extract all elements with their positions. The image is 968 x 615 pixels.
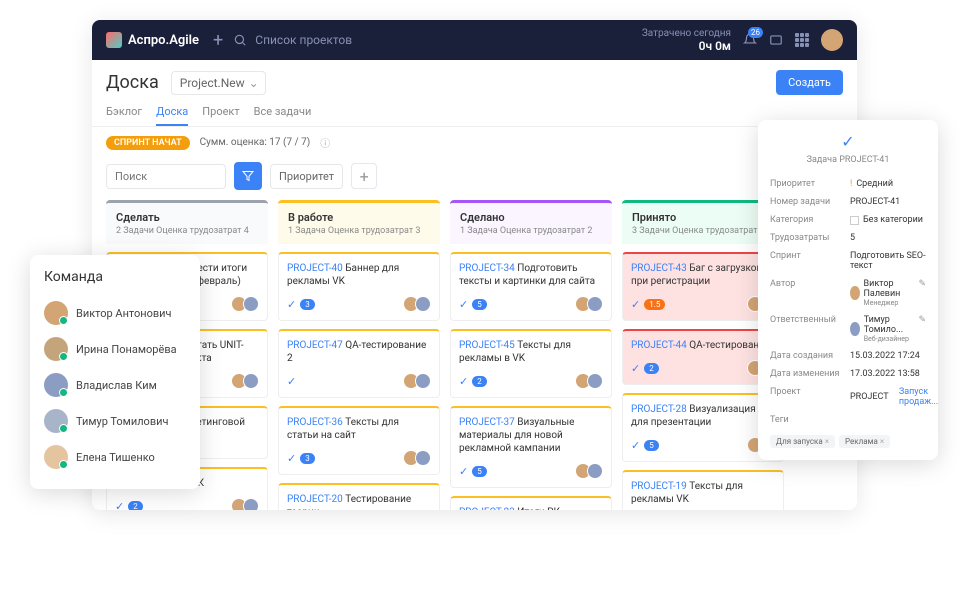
- logo-icon: [106, 32, 122, 48]
- team-member[interactable]: Елена Тишенко: [44, 439, 186, 475]
- bell-icon[interactable]: 26: [743, 33, 757, 47]
- task-card[interactable]: PROJECT-37 Визуальные материалы для ново…: [450, 406, 612, 488]
- column-header: Сделано1 Задача Оценка трудозатрат 2: [450, 200, 612, 244]
- tab-all-tasks[interactable]: Все задачи: [254, 99, 312, 126]
- task-detail-panel: ✓ Задача PROJECT-41 Приоритет!Средний Но…: [758, 120, 938, 460]
- topbar: Аспро.Agile + Список проектов Затрачено …: [92, 20, 857, 60]
- task-card[interactable]: PROJECT-40 Баннер для рекламы VK✓3: [278, 252, 440, 321]
- task-card[interactable]: PROJECT-19 Тексты для рекламы VK✓5: [622, 470, 784, 510]
- tab-board[interactable]: Доска: [156, 99, 188, 126]
- add-column-button[interactable]: +: [351, 163, 377, 189]
- column: Сделано1 Задача Оценка трудозатрат 2 PROJ…: [450, 200, 612, 510]
- sprint-badge: СПРИНТ НАЧАТ: [106, 136, 190, 150]
- chat-icon[interactable]: [769, 33, 783, 47]
- project-link[interactable]: Запуск продаж...: [899, 387, 938, 407]
- team-member[interactable]: Тимур Томилович: [44, 403, 186, 439]
- filter-button[interactable]: [234, 162, 262, 190]
- sprint-row: СПРИНТ НАЧАТ Сумм. оценка: 17 (7 / 7) ⓘ: [92, 127, 857, 158]
- sprint-estimate: Сумм. оценка: 17 (7 / 7): [200, 137, 311, 148]
- column-header: Сделать2 Задачи Оценка трудозатрат 4: [106, 200, 268, 244]
- logo[interactable]: Аспро.Agile: [106, 32, 199, 48]
- search-input[interactable]: [106, 164, 226, 189]
- apps-icon[interactable]: [795, 33, 809, 47]
- help-icon[interactable]: ⓘ: [320, 135, 330, 150]
- priority-select[interactable]: Приоритет: [270, 164, 343, 189]
- task-card[interactable]: PROJECT-47 QA-тестирование 2✓: [278, 329, 440, 398]
- project-select[interactable]: Project.New ⌄: [171, 71, 266, 95]
- task-card[interactable]: PROJECT-23 Итоги РК✓: [450, 496, 612, 510]
- priority-icon: !: [850, 179, 852, 189]
- user-avatar[interactable]: [821, 29, 843, 51]
- column: В работе1 Задача Оценка трудозатрат 3 PRO…: [278, 200, 440, 510]
- projects-link[interactable]: Список проектов: [255, 33, 352, 47]
- tab-project[interactable]: Проект: [202, 99, 239, 126]
- create-button[interactable]: Создать: [776, 70, 843, 95]
- time-tracker[interactable]: Затрачено сегодня 0ч 0м: [642, 28, 731, 53]
- tabs: Бэклог Доска Проект Все задачи: [92, 95, 857, 127]
- kanban-board: Сделать2 Задачи Оценка трудозатрат 4PROJ…: [92, 200, 857, 510]
- category-icon: [850, 216, 859, 225]
- team-member[interactable]: Владислав Ким: [44, 367, 186, 403]
- team-title: Команда: [44, 269, 186, 285]
- page-title: Доска: [106, 72, 159, 93]
- column-header: В работе1 Задача Оценка трудозатрат 3: [278, 200, 440, 244]
- task-card[interactable]: PROJECT-45 Тексты для рекламы в VK✓2: [450, 329, 612, 398]
- edit-icon[interactable]: ✎: [918, 279, 926, 307]
- check-icon: ✓: [770, 132, 926, 151]
- task-card[interactable]: PROJECT-20 Тестирование теории✓: [278, 483, 440, 510]
- subheader: Доска Project.New ⌄ Создать: [92, 60, 857, 95]
- team-panel: Команда Виктор АнтоновичИрина Понаморёва…: [30, 255, 200, 489]
- edit-icon[interactable]: ✎: [918, 315, 926, 343]
- task-card[interactable]: PROJECT-34 Подготовить тексты и картинки…: [450, 252, 612, 321]
- tag[interactable]: Для запуска×: [770, 435, 835, 448]
- tag[interactable]: Реклама×: [839, 435, 890, 448]
- team-member[interactable]: Виктор Антонович: [44, 295, 186, 331]
- search-icon[interactable]: [233, 33, 247, 47]
- tab-backlog[interactable]: Бэклог: [106, 99, 142, 126]
- add-button[interactable]: +: [213, 30, 223, 51]
- team-member[interactable]: Ирина Понаморёва: [44, 331, 186, 367]
- task-card[interactable]: PROJECT-36 Тексты для статьи на сайт✓3: [278, 406, 440, 475]
- app-window: Аспро.Agile + Список проектов Затрачено …: [92, 20, 857, 510]
- filter-row: Приоритет +: [92, 158, 857, 200]
